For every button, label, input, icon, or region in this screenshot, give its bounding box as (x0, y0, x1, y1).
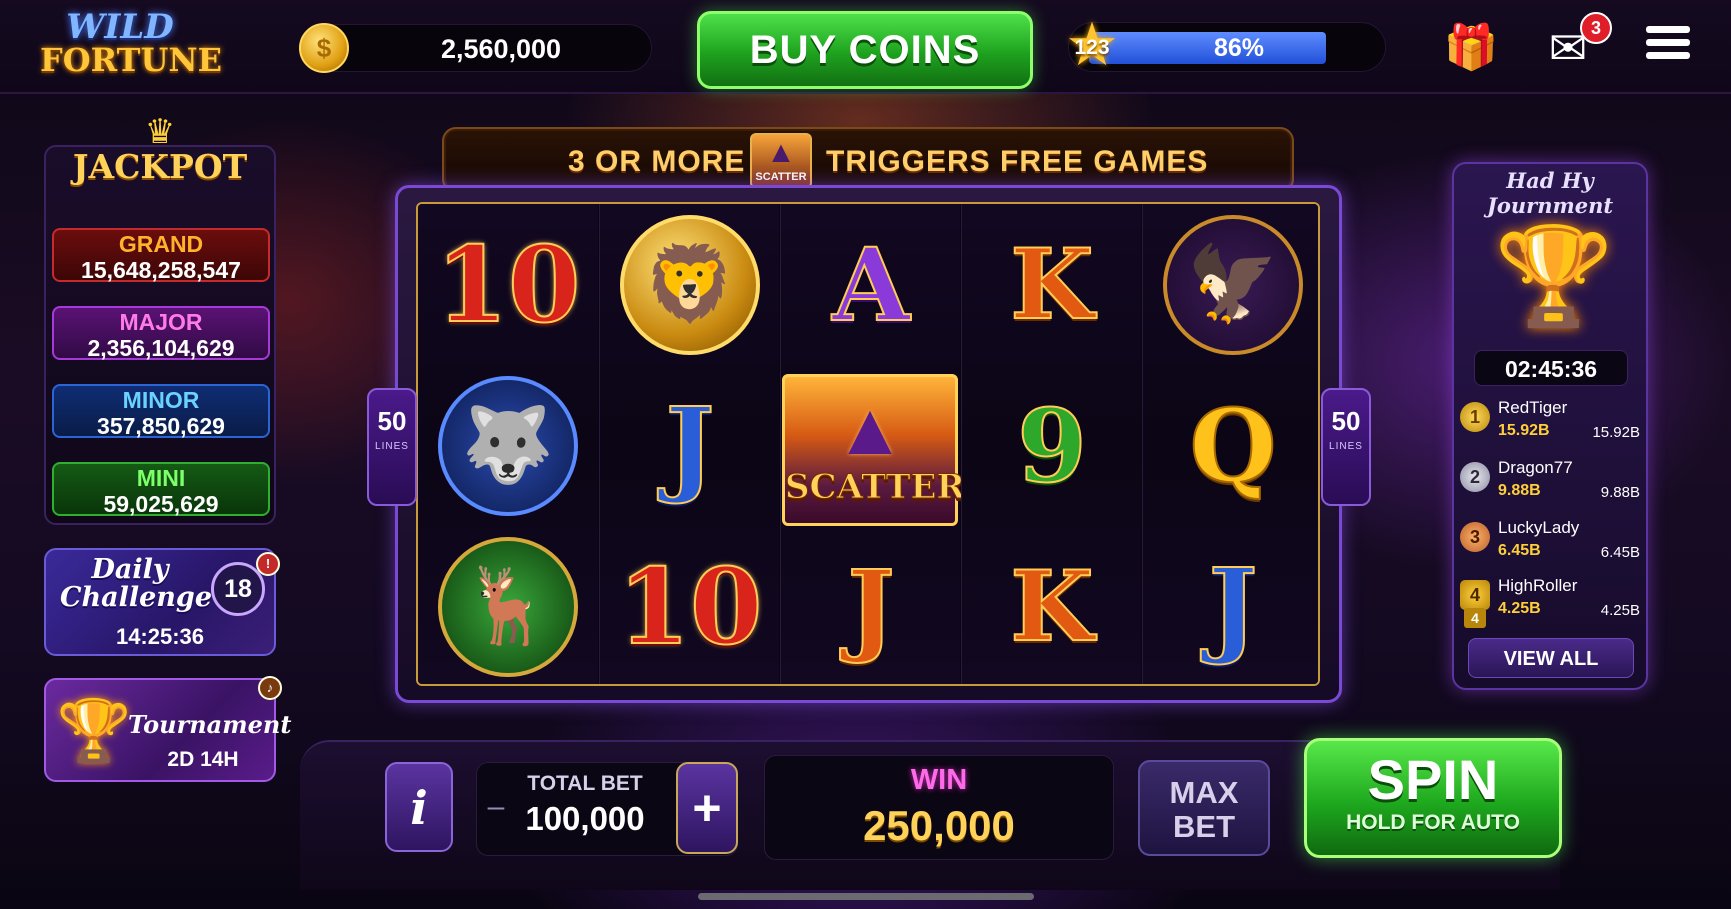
tournament-card[interactable]: 🏆 Tournament 2D 14H ♪ (44, 676, 292, 782)
tournament-leaderboard: Had Hy Journment 🏆 02:45:36 1 RedTiger 1… (1452, 162, 1648, 690)
crown-icon: ♛ (144, 113, 176, 151)
rank-medal-icon: 3 (1460, 522, 1490, 552)
symbol-9: 9 (1016, 386, 1088, 505)
tournament-card-time: 2D 14H (167, 748, 239, 771)
menu-icon[interactable] (1640, 20, 1696, 76)
jackpot-minor: MINOR 357,850,629 (52, 384, 270, 439)
tournament-card-title: Tournament (128, 710, 292, 739)
reel-area[interactable]: 10 🐺 🦌 🦁 J 10 A ▲ SCATTER J K 9 K 🦅 Q J (416, 202, 1320, 686)
total-bet-value: 100,000 (525, 800, 645, 837)
buy-coins-button[interactable]: BUY COINS (697, 11, 1033, 89)
reel-5: 🦅 Q J (1142, 204, 1318, 684)
symbol-lion: 🦁 (600, 204, 780, 365)
leaderboard-row: 3 LuckyLady 6.45B 6.45B (1460, 514, 1642, 568)
lion-icon: 🦁 (620, 214, 760, 355)
reel-1: 10 🐺 🦌 (418, 204, 598, 684)
symbol-a: A (831, 225, 911, 344)
reel-4: K 9 K (961, 204, 1141, 684)
symbol-deer: 🦌 (418, 526, 598, 684)
scatter-mini-icon: ▲ SCATTER (750, 133, 812, 189)
reel-2: 🦁 J 10 (599, 204, 780, 684)
wolf-icon: 🐺 (438, 375, 578, 516)
jackpot-title: JACKPOT (72, 147, 248, 186)
symbol-q: Q (1188, 386, 1277, 505)
xp-percent: 86% (1213, 34, 1265, 62)
symbol-j: J (846, 547, 895, 666)
tournament-title: Had Hy Journment (1486, 168, 1614, 218)
coin-balance-value: 2,560,000 (440, 34, 562, 64)
coin-balance: $ 2,560,000 (299, 23, 652, 73)
notification-dot-icon: ♪ (258, 676, 282, 700)
player-level: 123 (1074, 36, 1110, 59)
symbol-eagle: 🦅 (1143, 204, 1318, 365)
max-bet-button[interactable]: MAX BET (1138, 760, 1270, 856)
increase-bet-button[interactable]: + (676, 762, 738, 854)
rank-medal-icon: 4 (1460, 580, 1490, 610)
win-label: WIN (910, 764, 968, 796)
info-button[interactable]: i (385, 762, 453, 852)
daily-challenge-card[interactable]: Daily Challenge 18 ! 14:25:36 (44, 548, 280, 656)
symbol-scatter: ▲ SCATTER (782, 374, 965, 526)
symbol-j: J (664, 383, 715, 507)
symbol-j: J (1207, 544, 1258, 668)
trophy-icon: 🏆 (1494, 223, 1614, 330)
view-all-button[interactable]: VIEW ALL (1468, 638, 1634, 678)
win-value: 250,000 (863, 802, 1015, 849)
symbol-k: K (1009, 549, 1094, 663)
mail-badge: 3 (1580, 12, 1612, 44)
reel-frame: 10 🐺 🦌 🦁 J 10 A ▲ SCATTER J K 9 K 🦅 Q J (395, 185, 1342, 703)
reel-3: A ▲ SCATTER J (780, 204, 965, 684)
leaderboard-row: 4 4 HighRoller 4.25B 4.25B (1460, 572, 1642, 628)
symbol-k: K (1009, 227, 1094, 341)
paylines-right: 50 LINES (1321, 388, 1371, 506)
daily-challenge-timer: 14:25:36 (115, 624, 205, 649)
symbol-10: 10 (617, 544, 764, 668)
rank-medal-icon: 1 (1460, 402, 1490, 432)
coin-icon: $ (299, 23, 349, 73)
home-indicator[interactable] (698, 893, 1034, 900)
free-games-banner: 3 OR MORE ▲ SCATTER TRIGGERS FREE GAMES (442, 127, 1294, 193)
trophy-icon: 🏆 (56, 697, 132, 764)
gift-icon[interactable]: 🎁 (1443, 20, 1499, 76)
deer-icon: 🦌 (438, 536, 578, 677)
daily-challenge-title: Daily Challenge (60, 554, 212, 613)
notification-dot-icon: ! (256, 552, 280, 576)
mountain-icon: ▲ (833, 387, 907, 470)
symbol-10: 10 (435, 222, 582, 346)
tournament-timer: 02:45:36 (1474, 350, 1628, 386)
jackpot-major: MAJOR 2,356,104,629 (52, 306, 270, 361)
eagle-icon: 🦅 (1163, 214, 1303, 355)
rank-medal-icon: 2 (1460, 462, 1490, 492)
spin-button[interactable]: SPIN HOLD FOR AUTO (1304, 738, 1562, 858)
game-logo: WILD FORTUNE (40, 7, 222, 79)
total-bet-label: TOTAL BET (527, 772, 643, 795)
jackpot-grand: GRAND 15,648,258,547 (52, 228, 270, 283)
leaderboard-row: 1 RedTiger 15.92B 15.92B (1460, 394, 1642, 448)
jackpot-mini: MINI 59,025,629 (52, 462, 270, 517)
leaderboard-row: 2 Dragon77 9.88B 9.88B (1460, 454, 1642, 508)
paylines-left: 50 LINES (367, 388, 417, 506)
symbol-wolf: 🐺 (418, 365, 598, 526)
